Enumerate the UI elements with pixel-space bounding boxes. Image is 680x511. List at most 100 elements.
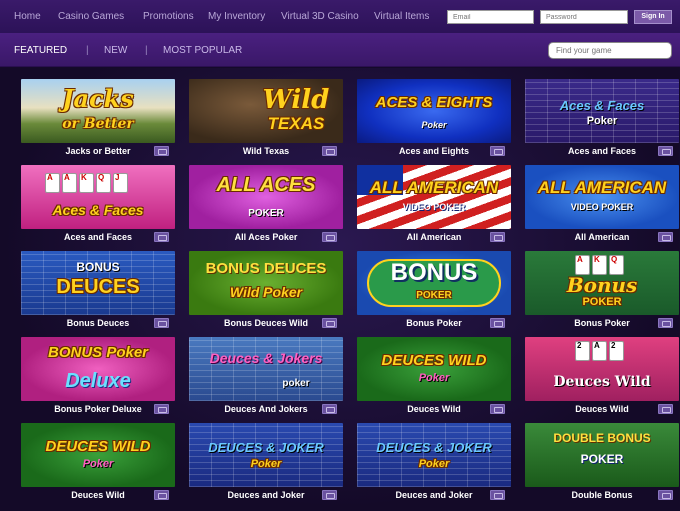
card-icon[interactable] bbox=[490, 404, 505, 414]
card-icon[interactable] bbox=[658, 318, 673, 328]
card-icon[interactable] bbox=[322, 318, 337, 328]
card-icon[interactable] bbox=[154, 404, 169, 414]
tab-new[interactable]: NEW bbox=[104, 45, 127, 56]
playing-card-icon: K bbox=[592, 255, 607, 275]
game-tile-all-aces-poker[interactable]: ALL ACES POKER bbox=[189, 165, 343, 229]
game-art-title: Deuces Wild bbox=[553, 374, 651, 390]
game-tile-bonus-poker[interactable]: A K Q Bonus POKER bbox=[525, 251, 679, 315]
game-title[interactable]: All Aces Poker bbox=[189, 232, 343, 242]
sign-in-button[interactable]: Sign In bbox=[634, 10, 672, 24]
nav-virtual-items[interactable]: Virtual Items bbox=[374, 11, 429, 22]
game-search-input[interactable] bbox=[548, 42, 672, 59]
tab-featured[interactable]: FEATURED bbox=[14, 45, 67, 56]
game-art-title: Aces & Faces bbox=[559, 98, 645, 113]
game-art bbox=[21, 423, 175, 487]
playing-card-icon: A bbox=[592, 341, 607, 361]
playing-cards: A A K Q J bbox=[45, 173, 128, 193]
card-icon[interactable] bbox=[154, 232, 169, 242]
playing-card-icon: J bbox=[113, 173, 128, 193]
card-icon[interactable] bbox=[490, 232, 505, 242]
game-title[interactable]: Wild Texas bbox=[189, 146, 343, 156]
playing-cards: 2 A 2 bbox=[575, 341, 624, 361]
game-title[interactable]: Deuces Wild bbox=[21, 490, 175, 500]
game-title[interactable]: Aces and Eights bbox=[357, 146, 511, 156]
password-field[interactable] bbox=[540, 10, 628, 24]
card-icon[interactable] bbox=[658, 146, 673, 156]
game-title[interactable]: Deuces Wild bbox=[357, 404, 511, 414]
game-title[interactable]: Deuces And Jokers bbox=[189, 404, 343, 414]
card-icon[interactable] bbox=[322, 490, 337, 500]
card-icon[interactable] bbox=[658, 490, 673, 500]
game-title[interactable]: Deuces and Joker bbox=[189, 490, 343, 500]
game-title[interactable]: Bonus Deuces bbox=[21, 318, 175, 328]
playing-card-icon: A bbox=[45, 173, 60, 193]
game-art-title: ALL AMERICAN bbox=[369, 178, 499, 197]
card-icon[interactable] bbox=[658, 404, 673, 414]
game-title[interactable]: All American bbox=[525, 232, 679, 242]
game-title[interactable]: Bonus Deuces Wild bbox=[189, 318, 343, 328]
tab-separator: | bbox=[145, 45, 148, 56]
game-tile-deuces-and-joker[interactable]: DEUCES & JOKER Poker bbox=[189, 423, 343, 487]
nav-home[interactable]: Home bbox=[14, 11, 41, 22]
game-tile-bonus-deuces[interactable]: BONUS DEUCES bbox=[21, 251, 175, 315]
card-icon[interactable] bbox=[322, 146, 337, 156]
game-title[interactable]: Aces and Faces bbox=[21, 232, 175, 242]
game-tile-bonus-poker-deluxe[interactable]: BONUS Poker Deluxe bbox=[21, 337, 175, 401]
game-tile-jacks-or-better[interactable]: Jacks or Better bbox=[21, 79, 175, 143]
card-icon[interactable] bbox=[154, 146, 169, 156]
nav-virtual-3d-casino[interactable]: Virtual 3D Casino bbox=[281, 11, 359, 22]
nav-casino-games[interactable]: Casino Games bbox=[58, 11, 124, 22]
game-title[interactable]: Bonus Poker bbox=[357, 318, 511, 328]
game-tile-wild-texas[interactable]: Wild TEXAS bbox=[189, 79, 343, 143]
game-tile-deuces-and-jokers[interactable]: Deuces & Jokers poker bbox=[189, 337, 343, 401]
game-title[interactable]: Aces and Faces bbox=[525, 146, 679, 156]
game-art-subtitle: POKER bbox=[580, 452, 624, 466]
game-title[interactable]: Deuces and Joker bbox=[357, 490, 511, 500]
game-art-title: Bonus bbox=[566, 273, 638, 297]
game-title[interactable]: Deuces Wild bbox=[525, 404, 679, 414]
card-icon[interactable] bbox=[658, 232, 673, 242]
game-art-subtitle: POKER bbox=[416, 290, 452, 301]
game-tile-deuces-wild[interactable]: DEUCES WILD Poker bbox=[357, 337, 511, 401]
game-title[interactable]: Bonus Poker bbox=[525, 318, 679, 328]
game-art-title: DEUCES & JOKER bbox=[376, 440, 492, 455]
game-tile-double-bonus[interactable]: DOUBLE BONUS POKER bbox=[525, 423, 679, 487]
card-icon[interactable] bbox=[154, 490, 169, 500]
game-tile-deuces-and-joker[interactable]: DEUCES & JOKER Poker bbox=[357, 423, 511, 487]
game-tile-deuces-wild[interactable]: 2 A 2 Deuces Wild bbox=[525, 337, 679, 401]
tab-most-popular[interactable]: MOST POPULAR bbox=[163, 45, 242, 56]
card-icon[interactable] bbox=[490, 490, 505, 500]
game-tile-bonus-poker[interactable]: BONUS POKER bbox=[357, 251, 511, 315]
game-tile-all-american[interactable]: ALL AMERICAN VIDEO POKER bbox=[357, 165, 511, 229]
game-tile-aces-and-faces[interactable]: Aces & Faces Poker bbox=[525, 79, 679, 143]
game-art-subtitle: POKER bbox=[248, 208, 284, 219]
game-title[interactable]: Bonus Poker Deluxe bbox=[21, 404, 175, 414]
paytable-background bbox=[357, 423, 511, 487]
card-icon[interactable] bbox=[322, 232, 337, 242]
game-tile-deuces-wild[interactable]: DEUCES WILD Poker bbox=[21, 423, 175, 487]
game-title[interactable]: Jacks or Better bbox=[21, 146, 175, 156]
game-tile-aces-and-faces[interactable]: A A K Q J Aces & Faces bbox=[21, 165, 175, 229]
playing-card-icon: A bbox=[62, 173, 77, 193]
card-icon[interactable] bbox=[490, 146, 505, 156]
game-art-subtitle: Poker bbox=[418, 372, 450, 384]
game-art-title: Aces & Faces bbox=[52, 202, 144, 218]
card-icon[interactable] bbox=[490, 318, 505, 328]
game-art bbox=[357, 337, 511, 401]
nav-promotions[interactable]: Promotions bbox=[143, 11, 194, 22]
game-tile-all-american[interactable]: ALL AMERICAN VIDEO POKER bbox=[525, 165, 679, 229]
card-icon[interactable] bbox=[322, 404, 337, 414]
game-art-subtitle: VIDEO POKER bbox=[570, 202, 634, 212]
email-field[interactable] bbox=[447, 10, 534, 24]
game-title[interactable]: Double Bonus bbox=[525, 490, 679, 500]
game-title[interactable]: All American bbox=[357, 232, 511, 242]
game-art-subtitle: Wild Poker bbox=[229, 284, 303, 300]
playing-card-icon: Q bbox=[609, 255, 624, 275]
game-art-subtitle: TEXAS bbox=[267, 114, 325, 133]
card-icon[interactable] bbox=[154, 318, 169, 328]
game-tile-aces-and-eights[interactable]: ACES & EIGHTS Poker bbox=[357, 79, 511, 143]
nav-my-inventory[interactable]: My Inventory bbox=[208, 11, 265, 22]
game-tile-bonus-deuces-wild[interactable]: BONUS DEUCES Wild Poker bbox=[189, 251, 343, 315]
game-art-title: ALL ACES bbox=[216, 174, 316, 196]
game-art-subtitle: VIDEO POKER bbox=[402, 202, 466, 212]
